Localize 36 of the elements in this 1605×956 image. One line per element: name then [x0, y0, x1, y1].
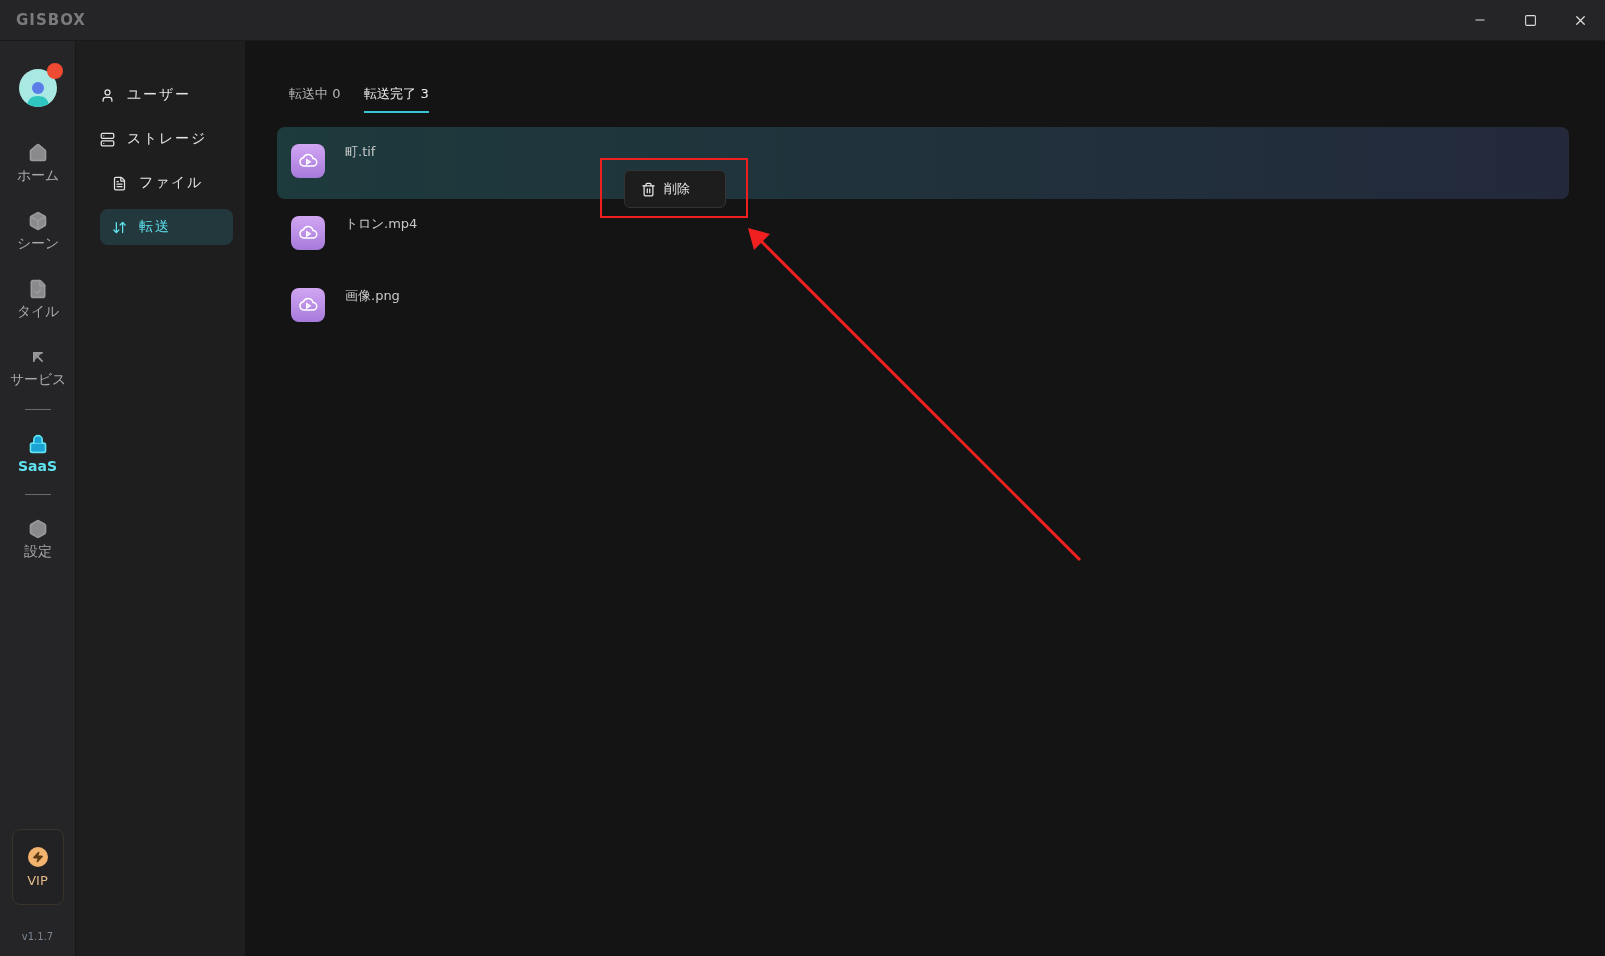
- tab[interactable]: 転送中 0: [289, 79, 341, 113]
- maximize-icon: [1523, 13, 1537, 27]
- menu-item[interactable]: 削除: [625, 171, 725, 207]
- nav-item[interactable]: ストレージ: [100, 121, 233, 157]
- user-icon: [100, 87, 115, 103]
- document-icon: [112, 175, 127, 191]
- cloud-play-icon: [291, 288, 325, 322]
- lightning-icon: [27, 846, 48, 867]
- nav-item[interactable]: ユーザー: [100, 77, 233, 113]
- avatar[interactable]: [18, 69, 57, 107]
- rail-item[interactable]: SaaS: [0, 428, 76, 480]
- cloud-play-icon: [291, 144, 325, 178]
- file-name: 画像.png: [345, 287, 400, 305]
- lock-icon: [27, 434, 48, 454]
- version-label: v1.1.7: [21, 931, 54, 942]
- rail-item[interactable]: 設定: [0, 513, 76, 567]
- transfer-icon: [112, 219, 127, 235]
- hexagon-icon: [27, 519, 48, 539]
- rail-item[interactable]: サービス: [0, 341, 76, 395]
- cloud-play-icon: [291, 216, 325, 250]
- notification-badge: [46, 63, 63, 79]
- server-icon: [100, 131, 115, 147]
- app-logo: GISBOX: [15, 11, 86, 29]
- cube-icon: [27, 211, 48, 231]
- nav-item[interactable]: ファイル: [100, 165, 233, 201]
- house-icon: [27, 143, 48, 163]
- tab[interactable]: 転送完了 3: [364, 79, 429, 113]
- file-name: 町.tif: [345, 143, 376, 161]
- rail-item[interactable]: タイル: [0, 273, 76, 327]
- rail-item[interactable]: シーン: [0, 205, 76, 259]
- file-name: トロン.mp4: [345, 215, 418, 233]
- vip-button[interactable]: VIP: [11, 829, 64, 905]
- trash-icon: [641, 181, 656, 197]
- file-row[interactable]: 画像.png: [277, 271, 1569, 343]
- nav-item[interactable]: 転送: [100, 209, 233, 245]
- rail-item[interactable]: ホーム: [0, 137, 76, 191]
